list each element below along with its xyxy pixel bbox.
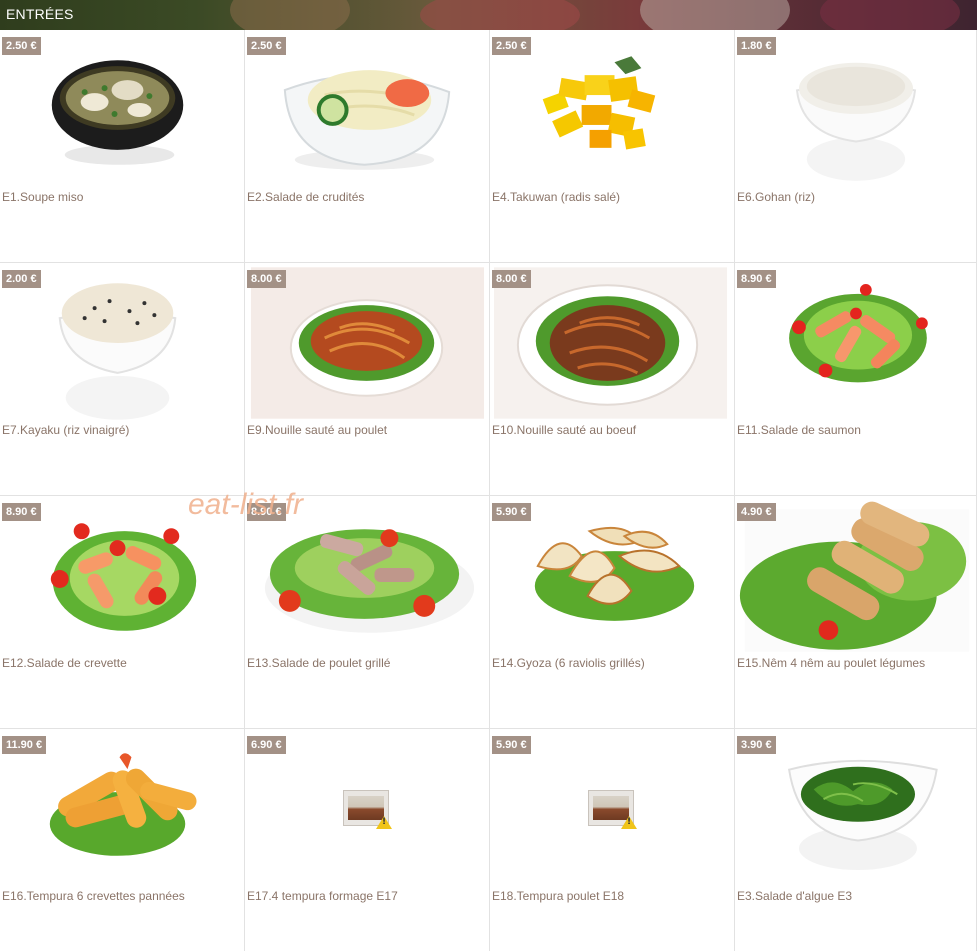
item-name: E1.Soupe miso (2, 190, 84, 204)
category-title: ENTRÉES (6, 6, 74, 22)
item-name: E18.Tempura poulet E18 (492, 889, 625, 903)
menu-item[interactable]: 2.50 € E1.Soupe miso (0, 30, 245, 263)
item-name: E7.Kayaku (riz vinaigré) (2, 423, 130, 437)
menu-row: 2.00 € E7.Kayaku (riz vinaigré) 8.00 € E… (0, 263, 977, 496)
menu-item[interactable]: 8.90 € E13.Salade de poulet grillé (245, 496, 490, 729)
menu-item[interactable]: 8.00 € E10.Nouille sauté au boeuf (490, 263, 735, 496)
price-badge: 8.00 € (247, 270, 286, 288)
item-name: E17.4 tempura formage E17 (247, 889, 398, 903)
item-name: E14.Gyoza (6 raviolis grillés) (492, 656, 645, 670)
item-name: E4.Takuwan (radis salé) (492, 190, 621, 204)
menu-item[interactable]: 2.50 € E2.Salade de crudités (245, 30, 490, 263)
item-name: E11.Salade de saumon (737, 423, 861, 437)
price-badge: 2.50 € (247, 37, 286, 55)
category-header: ENTRÉES (0, 0, 977, 30)
menu-item[interactable]: 5.90 € E14.Gyoza (6 raviolis grillés) (490, 496, 735, 729)
menu-item[interactable]: 8.90 € E12.Salade de crevette (0, 496, 245, 729)
menu-row: 2.50 € E1.Soupe miso 2.50 € E2.Salade de… (0, 30, 977, 263)
menu-item[interactable]: 1.80 € E6.Gohan (riz) (735, 30, 977, 263)
price-badge: 8.00 € (492, 270, 531, 288)
menu-row: 11.90 € E16.Tempura 6 crevettes pannées … (0, 729, 977, 951)
price-badge: 8.90 € (737, 270, 776, 288)
price-badge: 6.90 € (247, 736, 286, 754)
menu-item[interactable]: 2.00 € E7.Kayaku (riz vinaigré) (0, 263, 245, 496)
item-name: E9.Nouille sauté au poulet (247, 423, 388, 437)
item-name: E6.Gohan (riz) (737, 190, 816, 204)
price-badge: 5.90 € (492, 736, 531, 754)
menu-item[interactable]: 4.90 € E15.Nêm 4 nêm au poulet légumes (735, 496, 977, 729)
item-name: E10.Nouille sauté au boeuf (492, 423, 637, 437)
price-badge: 1.80 € (737, 37, 776, 55)
price-badge: 5.90 € (492, 503, 531, 521)
item-name: E12.Salade de crevette (2, 656, 127, 670)
item-name: E3.Salade d'algue E3 (737, 889, 853, 903)
menu-grid: 2.50 € E1.Soupe miso 2.50 € E2.Salade de… (0, 30, 977, 951)
menu-item[interactable]: 8.90 € E11.Salade de saumon (735, 263, 977, 496)
item-name: E2.Salade de crudités (247, 190, 365, 204)
menu-row: 8.90 € E12.Salade de crevette 8.90 € E13… (0, 496, 977, 729)
watermark-text: eat-list.fr (188, 488, 304, 521)
broken-image-icon (588, 790, 637, 829)
menu-item[interactable]: 8.00 € E9.Nouille sauté au poulet (245, 263, 490, 496)
menu-item[interactable]: 11.90 € E16.Tempura 6 crevettes pannées (0, 729, 245, 951)
menu-item[interactable]: 5.90 € E18.Tempura poulet E18 (490, 729, 735, 951)
item-name: E15.Nêm 4 nêm au poulet légumes (737, 656, 926, 670)
price-badge: 3.90 € (737, 736, 776, 754)
price-badge: 4.90 € (737, 503, 776, 521)
item-name: E13.Salade de poulet grillé (247, 656, 391, 670)
menu-item[interactable]: 3.90 € E3.Salade d'algue E3 (735, 729, 977, 951)
price-badge: 8.90 € (2, 503, 41, 521)
price-badge: 11.90 € (2, 736, 47, 754)
price-badge: 2.00 € (2, 270, 41, 288)
menu-item[interactable]: 2.50 € E4.Takuwan (radis salé) (490, 30, 735, 263)
menu-item[interactable]: 6.90 € E17.4 tempura formage E17 (245, 729, 490, 951)
broken-image-icon (343, 790, 392, 829)
price-badge: 2.50 € (2, 37, 41, 55)
price-badge: 2.50 € (492, 37, 531, 55)
item-name: E16.Tempura 6 crevettes pannées (2, 889, 185, 903)
